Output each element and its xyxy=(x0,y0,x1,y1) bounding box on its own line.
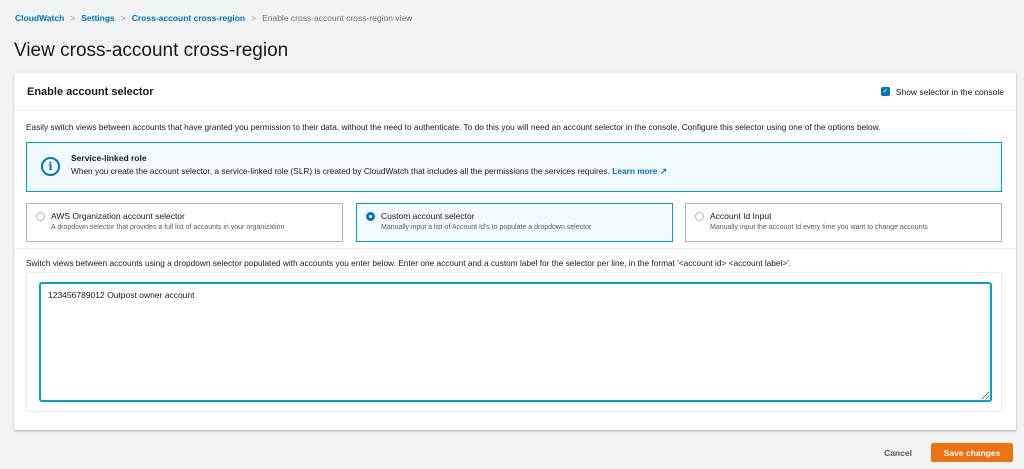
breadcrumb-settings[interactable]: Settings xyxy=(81,13,115,23)
checkmark-icon[interactable]: ✓ xyxy=(880,87,890,96)
save-changes-button[interactable]: Save changes xyxy=(931,443,1013,462)
radio-button-selected[interactable] xyxy=(366,212,375,221)
option-title: Custom account selector xyxy=(381,211,475,221)
card-header: Enable account selector ✓ Show selector … xyxy=(14,73,1016,111)
card-title: Enable account selector xyxy=(27,85,154,98)
breadcrumb-current: Enable cross-account cross-region view xyxy=(262,13,413,23)
textarea-container: 123456789012 Outpost owner account xyxy=(26,272,1002,412)
card-description: Easily switch views between accounts tha… xyxy=(26,122,881,132)
option-subtitle: A dropdown selector that provides a full… xyxy=(51,224,285,231)
external-link-icon: ↗ xyxy=(660,166,667,176)
radio-button[interactable] xyxy=(695,212,704,221)
option-account-id-input[interactable]: Account Id Input Manually input the acco… xyxy=(685,203,1002,242)
option-custom-account[interactable]: Custom account selector Manually input a… xyxy=(356,203,673,242)
info-text: When you create the account selector, a … xyxy=(71,166,610,176)
option-title: AWS Organization account selector xyxy=(51,211,185,221)
info-alert: i Service-linked role When you create th… xyxy=(26,142,1002,192)
accounts-textarea[interactable]: 123456789012 Outpost owner account xyxy=(40,283,991,401)
page-title: View cross-account cross-region xyxy=(14,40,289,61)
info-title: Service-linked role xyxy=(71,153,147,163)
chevron-right-icon: > xyxy=(120,13,126,23)
option-title: Account Id Input xyxy=(710,211,772,221)
chevron-right-icon: > xyxy=(70,13,76,23)
breadcrumb: CloudWatch > Settings > Cross-account cros… xyxy=(15,13,412,23)
show-selector-label: Show selector in the console xyxy=(895,86,1004,97)
learn-more-link[interactable]: Learn more ↗ xyxy=(612,166,667,176)
account-selector-card: Enable account selector ✓ Show selector … xyxy=(14,72,1016,430)
divider xyxy=(14,248,1016,249)
option-aws-organization[interactable]: AWS Organization account selector A drop… xyxy=(26,203,343,242)
instructions-text: Switch views between accounts using a dr… xyxy=(26,258,792,268)
option-subtitle: Manually input the account Id every time… xyxy=(710,224,928,231)
learn-more-label: Learn more xyxy=(612,166,658,176)
radio-button[interactable] xyxy=(36,212,45,221)
cancel-button[interactable]: Cancel xyxy=(876,443,920,462)
chevron-right-icon: > xyxy=(251,13,257,23)
option-subtitle: Manually input a list of Account Id's to… xyxy=(381,224,592,231)
breadcrumb-cloudwatch[interactable]: CloudWatch xyxy=(15,13,64,23)
show-selector-checkbox[interactable]: ✓ Show selector in the console xyxy=(880,86,1004,97)
info-icon: i xyxy=(41,157,60,176)
breadcrumb-cross-account[interactable]: Cross-account cross-region xyxy=(132,13,245,23)
